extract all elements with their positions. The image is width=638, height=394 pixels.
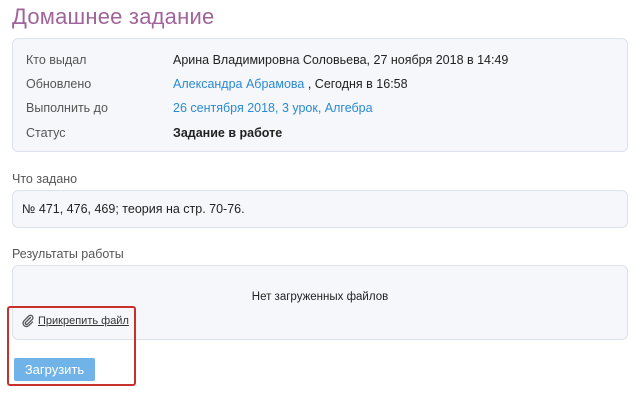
- attach-file-link[interactable]: Прикрепить файл: [21, 314, 129, 328]
- due-label: Выполнить до: [26, 101, 108, 115]
- no-files-message: Нет загруженных файлов: [251, 291, 389, 303]
- paperclip-icon: [21, 314, 35, 328]
- due-value: 26 сентября 2018, 3 урок, Алгебра: [173, 101, 373, 115]
- updated-time: , Сегодня в 16:58: [304, 77, 408, 91]
- due-date-link[interactable]: 26 сентября 2018, 3 урок, Алгебра: [173, 101, 373, 115]
- upload-button[interactable]: Загрузить: [14, 358, 95, 381]
- updated-label: Обновлено: [26, 77, 92, 91]
- results-section-label: Результаты работы: [12, 247, 124, 261]
- page-title: Домашнее задание: [12, 4, 215, 29]
- attach-file-label[interactable]: Прикрепить файл: [38, 315, 129, 327]
- status-label: Статус: [26, 126, 66, 140]
- info-row-issued-by: Кто выдал Арина Владимировна Соловьева, …: [13, 49, 627, 71]
- issued-by-value: Арина Владимировна Соловьева, 27 ноября …: [173, 53, 509, 67]
- updated-by-link[interactable]: Александра Абрамова: [173, 77, 304, 91]
- info-row-status: Статус Задание в работе: [13, 122, 627, 144]
- task-panel: № 471, 476, 469; теория на стр. 70-76.: [12, 190, 628, 228]
- results-panel: Нет загруженных файлов Прикрепить файл: [12, 265, 628, 340]
- info-row-updated: Обновлено Александра Абрамова , Сегодня …: [13, 73, 627, 95]
- task-section-label: Что задано: [12, 172, 78, 186]
- assignment-info-panel: Кто выдал Арина Владимировна Соловьева, …: [12, 38, 628, 152]
- info-row-due: Выполнить до 26 сентября 2018, 3 урок, А…: [13, 97, 627, 119]
- task-text: № 471, 476, 469; теория на стр. 70-76.: [22, 202, 245, 216]
- status-value: Задание в работе: [173, 126, 283, 140]
- issued-by-label: Кто выдал: [26, 53, 87, 67]
- updated-value: Александра Абрамова , Сегодня в 16:58: [173, 77, 408, 91]
